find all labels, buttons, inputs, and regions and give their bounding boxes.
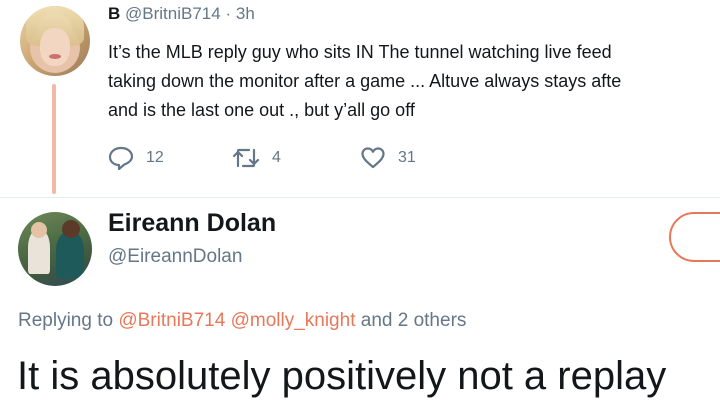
parent-tweet-text-line: It’s the MLB reply guy who sits IN The t…: [108, 42, 612, 62]
replying-to-line: Replying to @BritniB714 @molly_knight an…: [18, 310, 466, 332]
parent-tweet-text-line: taking down the monitor after a game ...…: [108, 71, 622, 91]
parent-tweet-header: B @BritniB714 · 3h: [108, 4, 255, 24]
mention-link[interactable]: @BritniB714: [118, 310, 225, 331]
reply-count: 12: [146, 149, 164, 166]
reply-author-name[interactable]: Eireann Dolan: [108, 209, 276, 238]
reply-tweet-text: It is absolutely positively not a replay: [17, 354, 667, 398]
like-count: 31: [398, 149, 416, 166]
mention-link[interactable]: @molly_knight: [231, 310, 356, 331]
parent-author-handle[interactable]: @BritniB714: [125, 4, 221, 23]
reply-button[interactable]: 12: [108, 146, 164, 170]
avatar-eireann[interactable]: [18, 212, 92, 286]
like-button[interactable]: 31: [360, 146, 416, 170]
retweet-icon: [232, 146, 260, 170]
header-separator: ·: [225, 4, 232, 23]
thread-connector-line: [52, 84, 56, 194]
reply-icon: [108, 146, 134, 170]
replying-to-prefix: Replying to: [18, 310, 114, 331]
avatar-figure: [56, 232, 84, 278]
reply-author-handle[interactable]: @EireannDolan: [108, 246, 242, 268]
avatar-britni[interactable]: [20, 6, 90, 76]
parent-tweet-text-line: and is the last one out ., but y’all go …: [108, 100, 415, 120]
avatar-lips: [49, 54, 61, 59]
avatar-face: [40, 28, 70, 66]
tweet-thread: B @BritniB714 · 3h It’s the MLB reply gu…: [0, 0, 720, 405]
parent-timestamp[interactable]: 3h: [236, 4, 255, 23]
retweet-count: 4: [272, 149, 281, 166]
avatar-figure-head: [62, 220, 80, 238]
tweet-divider: [0, 197, 720, 198]
parent-tweet-text: It’s the MLB reply guy who sits IN The t…: [108, 38, 720, 125]
retweet-button[interactable]: 4: [232, 146, 281, 170]
follow-button[interactable]: [669, 212, 720, 262]
avatar-figure-head: [31, 222, 47, 238]
heart-icon: [360, 146, 386, 170]
parent-author-name[interactable]: B: [108, 4, 120, 23]
replying-to-others[interactable]: and 2 others: [361, 310, 467, 331]
